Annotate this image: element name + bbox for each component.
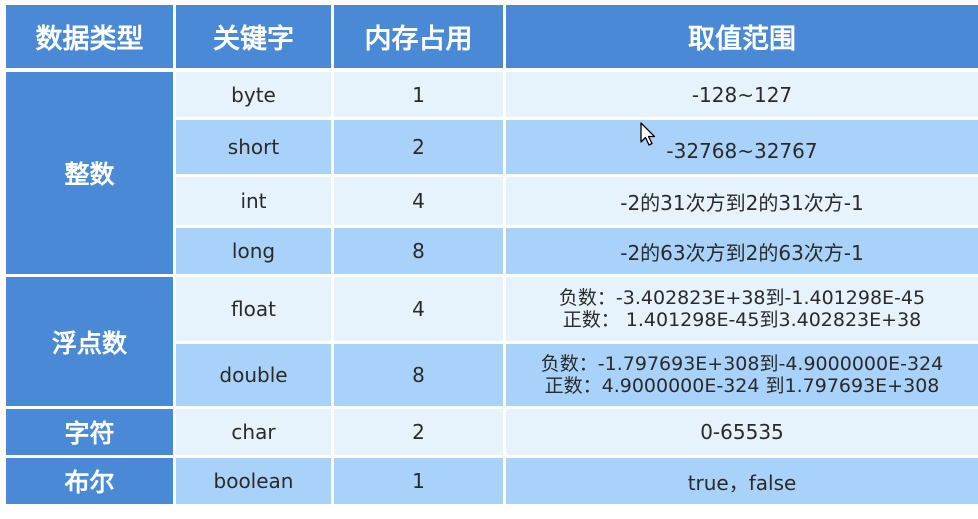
keyword-cell: short [176, 117, 331, 174]
category-integer: 整数 [6, 72, 173, 274]
header-keyword: 关键字 [176, 5, 331, 68]
keyword-cell: long [176, 225, 331, 274]
size-cell: 1 [334, 72, 503, 117]
size-cell: 2 [334, 406, 503, 455]
size-cell: 1 [334, 455, 503, 504]
table-row: 整数 byte 1 -128~127 [6, 72, 978, 274]
range-negative: 负数：-3.402823E+38到-1.401298E-45 [558, 287, 926, 309]
table-row: 字符 char 2 0-65535 [6, 406, 978, 455]
keyword-cell: int [176, 174, 331, 225]
keyword-cell: float [176, 274, 331, 341]
category-char: 字符 [6, 406, 173, 455]
keyword-cell: byte [176, 72, 331, 117]
header-memory: 内存占用 [334, 5, 503, 68]
range-positive: 正数：4.9000000E-324 到1.797693E+308 [544, 375, 940, 397]
header-row: 数据类型 关键字 内存占用 取值范围 [6, 5, 978, 68]
range-cell: -32768~32767 [506, 117, 978, 174]
table-row: 浮点数 float 4 负数：-3.402823E+38到-1.401298E-… [6, 274, 978, 406]
table-row: 布尔 boolean 1 true，false [6, 455, 978, 504]
range-cell: 负数：-1.797693E+308到-4.9000000E-324 正数：4.9… [506, 341, 978, 406]
range-cell: 0-65535 [506, 406, 978, 455]
size-cell: 8 [334, 341, 503, 406]
keyword-cell: char [176, 406, 331, 455]
size-cell: 8 [334, 225, 503, 274]
range-negative: 负数：-1.797693E+308到-4.9000000E-324 [540, 353, 944, 375]
java-data-types-table: 数据类型 关键字 内存占用 取值范围 整数 byte 1 -128~127 sh… [3, 5, 978, 504]
category-float: 浮点数 [6, 274, 173, 406]
mouse-cursor-icon [640, 122, 656, 146]
keyword-cell: boolean [176, 455, 331, 504]
size-cell: 2 [334, 117, 503, 174]
size-cell: 4 [334, 174, 503, 225]
range-cell: -128~127 [506, 72, 978, 117]
header-data-type: 数据类型 [6, 5, 173, 68]
range-positive: 正数： 1.401298E-45到3.402823E+38 [562, 309, 922, 331]
header-range: 取值范围 [506, 5, 978, 68]
range-cell: -2的31次方到2的31次方-1 [506, 174, 978, 225]
keyword-cell: double [176, 341, 331, 406]
size-cell: 4 [334, 274, 503, 341]
range-cell: -2的63次方到2的63次方-1 [506, 225, 978, 274]
range-cell: 负数：-3.402823E+38到-1.401298E-45 正数： 1.401… [506, 274, 978, 341]
category-boolean: 布尔 [6, 455, 173, 504]
range-cell: true，false [506, 455, 978, 504]
